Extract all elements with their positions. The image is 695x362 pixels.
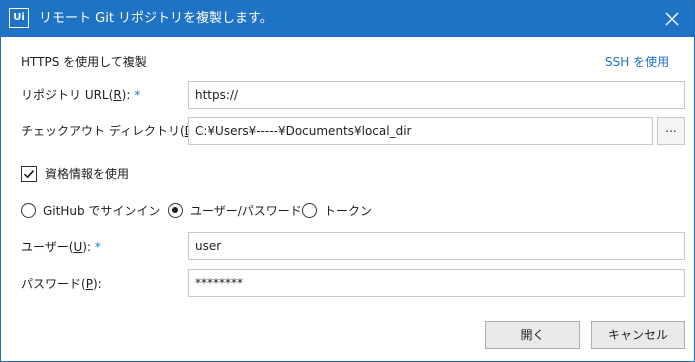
- password-label-text: パスワード(: [21, 277, 86, 291]
- user-label: ユーザー(U): *: [21, 239, 101, 255]
- use-ssh-link[interactable]: SSH を使用: [605, 54, 669, 70]
- repo-url-label-text: リポジトリ URL(: [21, 88, 114, 102]
- open-button[interactable]: 開く: [485, 321, 580, 349]
- required-marker: *: [94, 240, 101, 254]
- radio-github-signin[interactable]: [21, 203, 36, 218]
- checkout-dir-label-text: チェックアウト ディレクトリ(: [21, 124, 185, 138]
- checkout-dir-input[interactable]: [188, 117, 653, 145]
- radio-user-password[interactable]: [168, 203, 183, 218]
- cancel-button[interactable]: キャンセル: [591, 321, 685, 349]
- title-bar[interactable]: Ui リモート Git リポジトリを複製します。: [1, 1, 694, 37]
- radio-github-signin-label: GitHub でサインイン: [43, 204, 161, 218]
- repo-url-label-suffix: ):: [121, 88, 131, 102]
- dialog-title: リモート Git リポジトリを複製します。: [39, 11, 273, 26]
- close-icon: [665, 12, 679, 26]
- password-accel-key: P: [85, 277, 93, 291]
- password-label: パスワード(P):: [21, 276, 102, 292]
- repo-url-accel-key: R: [113, 88, 122, 102]
- user-accel-key: U: [73, 240, 83, 254]
- required-marker: *: [134, 88, 141, 102]
- clone-repository-dialog: Ui リモート Git リポジトリを複製します。 HTTPS を使用して複製 S…: [0, 0, 695, 362]
- user-input[interactable]: [188, 232, 685, 260]
- user-label-text: ユーザー(: [21, 240, 74, 254]
- radio-user-password-label: ユーザー/パスワード: [190, 204, 302, 218]
- use-credentials-checkbox[interactable]: [21, 166, 37, 182]
- checkout-dir-label: チェックアウト ディレクトリ(D): *: [21, 123, 212, 139]
- close-button[interactable]: [660, 7, 684, 31]
- password-input[interactable]: [188, 269, 685, 297]
- uipath-app-icon: Ui: [9, 8, 29, 28]
- use-credentials-label: 資格情報を使用: [45, 167, 130, 181]
- password-label-suffix: ):: [92, 277, 102, 291]
- browse-folder-button[interactable]: ...: [657, 117, 685, 145]
- repo-url-input[interactable]: [188, 81, 685, 109]
- user-label-suffix: ):: [82, 240, 91, 254]
- radio-token[interactable]: [302, 203, 317, 218]
- repo-url-label: リポジトリ URL(R): *: [21, 87, 140, 103]
- radio-token-label: トークン: [324, 204, 373, 218]
- checkmark-icon: [23, 170, 35, 179]
- https-clone-heading: HTTPS を使用して複製: [21, 55, 147, 69]
